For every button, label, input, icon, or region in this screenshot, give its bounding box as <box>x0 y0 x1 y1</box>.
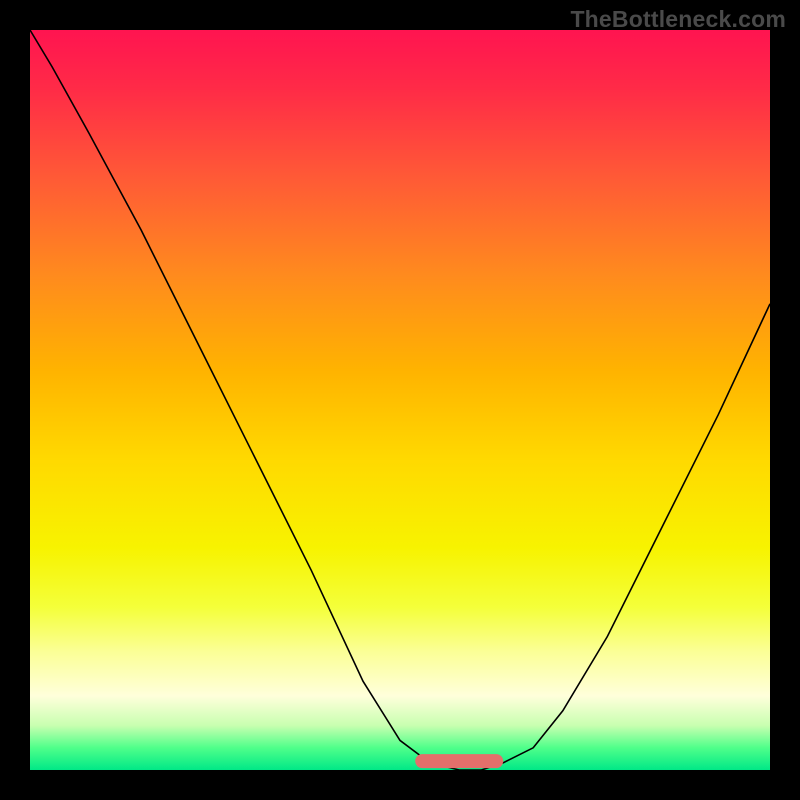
chart-curve <box>30 30 770 770</box>
watermark-text: TheBottleneck.com <box>570 6 786 33</box>
chart-plot-area <box>30 30 770 770</box>
chart-svg <box>30 30 770 770</box>
